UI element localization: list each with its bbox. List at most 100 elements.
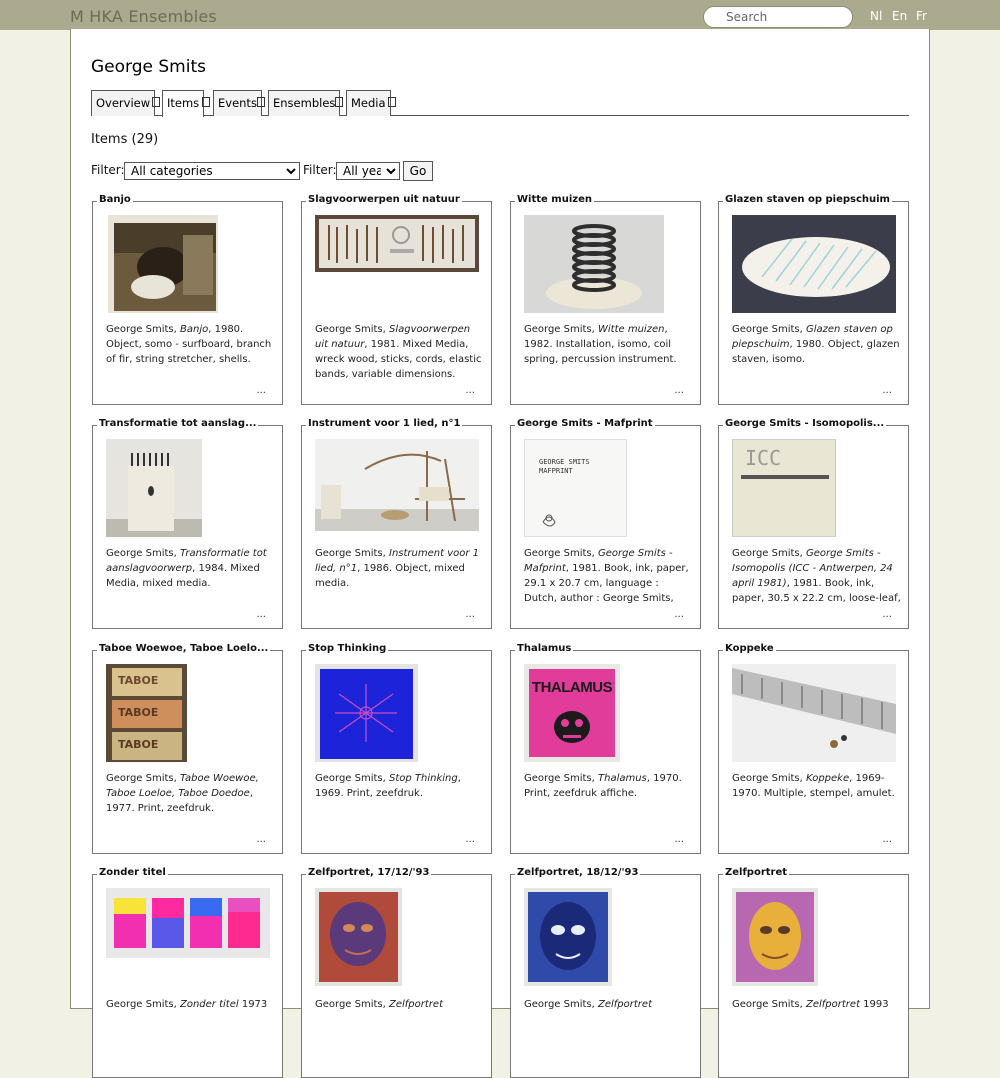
item-title[interactable]: Banjo — [97, 194, 133, 205]
item-card[interactable]: Zelfportret, 17/12/'93 George Smits, Zel… — [301, 867, 492, 1078]
tab-events-expand-icon[interactable] — [257, 97, 265, 107]
caption-work: Zonder titel — [180, 999, 239, 1010]
item-card[interactable]: Instrument voor 1 lied, n°1 George Smits… — [301, 418, 492, 629]
item-caption: George Smits, Taboe Woewoe, Taboe Loeloe… — [106, 771, 276, 833]
item-card[interactable]: Koppeke George Smits, Koppeke, 1969-1970… — [718, 643, 909, 854]
item-title[interactable]: George Smits - Isomopolis... — [723, 418, 887, 429]
more-link[interactable]: ... — [256, 834, 266, 845]
language-en-link[interactable]: En — [892, 9, 907, 23]
caption-work: Zelfportret — [389, 999, 443, 1010]
tab-overview-expand-icon[interactable] — [152, 97, 160, 107]
more-link[interactable]: ... — [882, 834, 892, 845]
caption-author: George Smits, — [106, 773, 180, 784]
filter-label-year: Filter: — [303, 163, 337, 177]
item-thumbnail[interactable]: THALAMUS — [524, 664, 620, 762]
item-thumbnail[interactable] — [315, 664, 418, 762]
more-link[interactable]: ... — [674, 385, 684, 396]
item-title[interactable]: Stop Thinking — [306, 643, 389, 654]
item-card[interactable]: Zelfportret George Smits, Zelfportret 19… — [718, 867, 909, 1078]
item-title[interactable]: Zelfportret — [723, 867, 790, 878]
category-filter-select[interactable]: All categories — [124, 162, 300, 180]
item-title[interactable]: Zelfportret, 18/12/'93 — [515, 867, 641, 878]
item-title[interactable]: George Smits - Mafprint — [515, 418, 655, 429]
item-card[interactable]: Thalamus THALAMUS George Smits, Thalamus… — [510, 643, 701, 854]
item-card[interactable]: Witte muizen George Smits, Witte muizen,… — [510, 194, 701, 405]
caption-details: 1993 — [859, 999, 889, 1010]
item-thumbnail[interactable] — [732, 664, 896, 762]
item-title[interactable]: Instrument voor 1 lied, n°1 — [306, 418, 463, 429]
item-thumbnail[interactable] — [106, 888, 270, 958]
item-caption: George Smits, Slagvoorwerpen uit natuur,… — [315, 322, 485, 384]
tab-events[interactable]: Events — [213, 90, 262, 116]
caption-work: Koppeke — [806, 773, 850, 784]
item-title[interactable]: Witte muizen — [515, 194, 594, 205]
item-card[interactable]: Zelfportret, 18/12/'93 George Smits, Zel… — [510, 867, 701, 1078]
site-logo[interactable]: M HKA Ensembles — [70, 7, 217, 26]
items-count: Items (29) — [91, 132, 159, 147]
item-thumbnail[interactable] — [315, 888, 402, 986]
thumb-taboe-text-2: TABOE — [118, 706, 159, 719]
caption-work: Stop Thinking — [389, 773, 458, 784]
language-nl-link[interactable]: Nl — [870, 9, 882, 23]
item-card[interactable]: Taboe Woewoe, Taboe Loelo... TABOE TABOE… — [92, 643, 283, 854]
language-fr-link[interactable]: Fr — [916, 9, 927, 23]
search-input[interactable] — [703, 6, 853, 28]
item-thumbnail[interactable]: ICC — [732, 439, 836, 537]
item-caption: George Smits, Zelfportret — [315, 997, 485, 1059]
caption-author: George Smits, — [315, 548, 389, 559]
item-thumbnail[interactable] — [732, 215, 896, 313]
more-link[interactable]: ... — [674, 834, 684, 845]
more-link[interactable]: ... — [882, 385, 892, 396]
item-caption: George Smits, Transformatie tot aanslagv… — [106, 546, 276, 608]
item-thumbnail[interactable] — [315, 439, 479, 531]
item-card[interactable]: Zonder titel George Smits, Zonder titel … — [92, 867, 283, 1078]
tab-media[interactable]: Media — [346, 90, 391, 116]
item-card[interactable]: Transformatie tot aanslag... George Smit… — [92, 418, 283, 629]
item-thumbnail[interactable] — [108, 215, 218, 313]
item-title[interactable]: Taboe Woewoe, Taboe Loelo... — [97, 643, 271, 654]
item-thumbnail[interactable] — [524, 215, 664, 313]
more-link[interactable]: ... — [256, 385, 266, 396]
more-link[interactable]: ... — [882, 609, 892, 620]
item-title[interactable]: Koppeke — [723, 643, 776, 654]
item-thumbnail[interactable] — [732, 888, 818, 986]
item-card[interactable]: George Smits - Isomopolis... ICC George … — [718, 418, 909, 629]
more-link[interactable]: ... — [465, 385, 475, 396]
item-card[interactable]: Slagvoorwerpen uit natuur George Smits, … — [301, 194, 492, 405]
tab-items[interactable]: Items — [162, 90, 205, 117]
tab-items-expand-icon[interactable] — [202, 97, 210, 107]
item-card[interactable]: Stop Thinking George Smits, Stop Thinkin… — [301, 643, 492, 854]
tab-ensembles[interactable]: Ensembles — [268, 90, 341, 116]
tab-media-expand-icon[interactable] — [388, 97, 396, 107]
item-thumbnail[interactable] — [524, 888, 612, 986]
more-link[interactable]: ... — [465, 834, 475, 845]
caption-author: George Smits, — [315, 999, 389, 1010]
item-thumbnail[interactable]: TABOE TABOE TABOE — [106, 664, 187, 762]
item-card[interactable]: Banjo George Smits, Banjo, 1980. Object,… — [92, 194, 283, 405]
thumb-taboe-text-1: TABOE — [118, 674, 159, 687]
item-title[interactable]: Slagvoorwerpen uit natuur — [306, 194, 462, 205]
tab-ensembles-expand-icon[interactable] — [335, 97, 343, 107]
item-caption: George Smits, Banjo, 1980. Object, somo … — [106, 322, 276, 384]
item-title[interactable]: Thalamus — [515, 643, 574, 654]
caption-author: George Smits, — [732, 324, 806, 335]
year-filter-select[interactable]: All years — [336, 162, 400, 180]
item-title[interactable]: Zonder titel — [97, 867, 168, 878]
more-link[interactable]: ... — [674, 609, 684, 620]
tab-overview[interactable]: Overview — [91, 90, 156, 116]
item-card[interactable]: George Smits - Mafprint GEORGE SMITS MAF… — [510, 418, 701, 629]
go-button[interactable]: Go — [403, 161, 433, 181]
item-thumbnail[interactable] — [106, 439, 202, 537]
item-caption: George Smits, Zonder titel 1973 — [106, 997, 276, 1059]
item-title[interactable]: Glazen staven op piepschuim — [723, 194, 892, 205]
item-title[interactable]: Zelfportret, 17/12/'93 — [306, 867, 432, 878]
item-title[interactable]: Transformatie tot aanslag... — [97, 418, 259, 429]
more-link[interactable]: ... — [465, 609, 475, 620]
item-thumbnail[interactable] — [315, 215, 479, 272]
more-link[interactable]: ... — [256, 609, 266, 620]
item-thumbnail[interactable]: GEORGE SMITS MAFPRINT — [524, 439, 627, 537]
thumb-rule — [741, 475, 829, 479]
item-caption: George Smits, Zelfportret 1993 — [732, 997, 902, 1059]
item-caption: George Smits, Thalamus, 1970. Print, zee… — [524, 771, 694, 833]
item-card[interactable]: Glazen staven op piepschuim George Smits… — [718, 194, 909, 405]
